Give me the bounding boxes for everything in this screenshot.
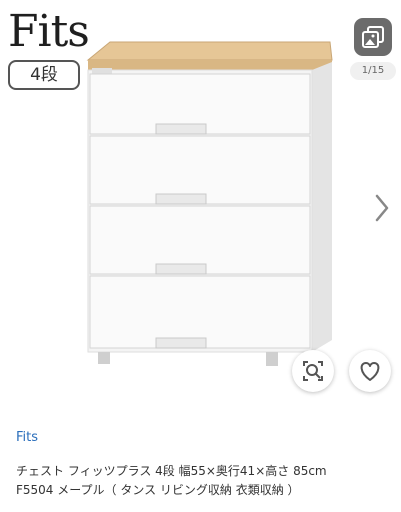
product-title-line-1: チェスト フィッツプラス 4段 幅55×奥行41×高さ 85cm <box>16 464 327 478</box>
favorite-button[interactable] <box>349 350 391 392</box>
drawer-3 <box>89 205 311 275</box>
drawer-2 <box>89 135 311 205</box>
product-image-gallery[interactable]: Fits 4段 1/15 <box>0 0 401 400</box>
product-title-line-2: F5504 メープル（ タンス リビング収納 衣類収納 ） <box>16 483 300 497</box>
heart-icon <box>360 362 380 381</box>
brand-logo: Fits <box>8 6 90 57</box>
photo-gallery-button[interactable] <box>354 18 392 56</box>
drawer-1 <box>89 73 311 135</box>
photo-counter: 1/15 <box>350 62 396 80</box>
brand-link[interactable]: Fits <box>16 430 38 445</box>
zoom-button[interactable] <box>292 350 334 392</box>
product-title: チェスト フィッツプラス 4段 幅55×奥行41×高さ 85cm F5504 メ… <box>16 462 396 500</box>
tier-badge: 4段 <box>8 60 80 90</box>
photo-gallery-icon <box>362 26 384 48</box>
product-photo <box>86 41 333 366</box>
drawer-4 <box>89 275 311 349</box>
zoom-icon <box>303 361 323 381</box>
chevron-right-icon[interactable] <box>372 192 392 224</box>
